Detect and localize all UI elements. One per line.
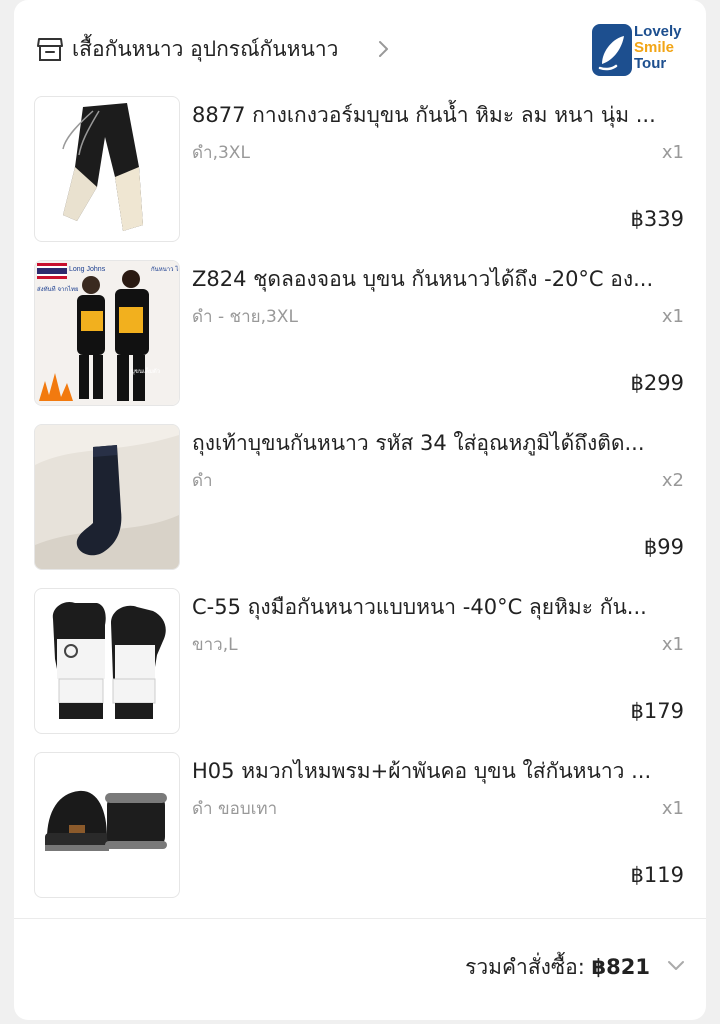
logo-text-lovely: Lovely xyxy=(634,23,682,40)
image-text-long-johns: Long Johns xyxy=(69,266,106,273)
product-variant: ขาว,L xyxy=(192,635,238,655)
product-quantity: x1 xyxy=(661,634,684,655)
product-title[interactable]: ถุงเท้าบุขนกันหนาว รหัส 34 ใส่อุณหภูมิได… xyxy=(192,426,692,460)
store-icon xyxy=(37,38,63,61)
product-variant: ดำ,3XL xyxy=(192,143,250,163)
order-item[interactable]: 8877 กางเกงวอร์มบุขน กันน้ำ หิมะ ลม หนา … xyxy=(14,96,706,260)
product-quantity: x1 xyxy=(661,798,684,819)
product-variant: ดำ - ชาย,3XL xyxy=(192,307,298,327)
chevron-down-icon[interactable] xyxy=(666,958,686,972)
product-variant: ดำ xyxy=(192,471,213,491)
product-title[interactable]: H05 หมวกไหมพรม+ผ้าพันคอ บุขน ใส่กันหนาว … xyxy=(192,754,692,788)
shop-header[interactable]: เสื้อกันหนาว อุปกรณ์กันหนาว Lovely Smile… xyxy=(14,0,706,96)
product-image-black-sock[interactable] xyxy=(34,424,180,570)
product-variant: ดำ ขอบเทา xyxy=(192,799,278,819)
product-image-fleece-pants[interactable] xyxy=(34,96,180,242)
product-quantity: x2 xyxy=(661,470,684,491)
product-image-long-johns[interactable]: Long Johns กันหนาว ได้ถึง -20°C ส่งทันที… xyxy=(34,260,180,406)
product-image-ski-gloves[interactable] xyxy=(34,588,180,734)
logo-text-tour: Tour xyxy=(634,55,667,72)
product-price: ฿299 xyxy=(630,371,684,395)
product-price: ฿99 xyxy=(643,535,684,559)
product-image-beanie-scarf[interactable] xyxy=(34,752,180,898)
image-text-fleece: บุขนเต็มตัว xyxy=(131,366,160,375)
shop-logo: Lovely Smile Tour xyxy=(592,24,688,80)
product-quantity: x1 xyxy=(661,306,684,327)
product-price: ฿179 xyxy=(630,699,684,723)
order-card: เสื้อกันหนาว อุปกรณ์กันหนาว Lovely Smile… xyxy=(14,0,706,1020)
product-price: ฿339 xyxy=(630,207,684,231)
image-text-warm: กันหนาว ได้ถึง -20°C xyxy=(151,265,179,273)
order-item[interactable]: C-55 ถุงมือกันหนาวแบบหนา -40°C ลุยหิมะ ก… xyxy=(14,588,706,752)
shop-category-label[interactable]: เสื้อกันหนาว อุปกรณ์กันหนาว xyxy=(72,32,338,66)
order-item[interactable]: ถุงเท้าบุขนกันหนาว รหัส 34 ใส่อุณหภูมิได… xyxy=(14,424,706,588)
order-total-label: รวมคำสั่งซื้อ: xyxy=(465,955,585,979)
divider xyxy=(14,918,706,919)
image-text-ship: ส่งทันที จากไทย xyxy=(37,285,79,293)
product-title[interactable]: 8877 กางเกงวอร์มบุขน กันน้ำ หิมะ ลม หนา … xyxy=(192,98,692,132)
logo-text-smile: Smile xyxy=(634,39,675,56)
leaf-icon xyxy=(592,24,632,76)
order-total[interactable]: รวมคำสั่งซื้อ: ฿821 xyxy=(465,950,650,984)
order-item[interactable]: H05 หมวกไหมพรม+ผ้าพันคอ บุขน ใส่กันหนาว … xyxy=(14,752,706,916)
product-title[interactable]: Z824 ชุดลองจอน บุขน กันหนาวได้ถึง -20°C … xyxy=(192,262,692,296)
product-quantity: x1 xyxy=(661,142,684,163)
product-title[interactable]: C-55 ถุงมือกันหนาวแบบหนา -40°C ลุยหิมะ ก… xyxy=(192,590,692,624)
order-total-amount: ฿821 xyxy=(591,955,650,979)
chevron-right-icon[interactable] xyxy=(376,40,390,58)
product-price: ฿119 xyxy=(630,863,684,887)
order-item[interactable]: Long Johns กันหนาว ได้ถึง -20°C ส่งทันที… xyxy=(14,260,706,424)
